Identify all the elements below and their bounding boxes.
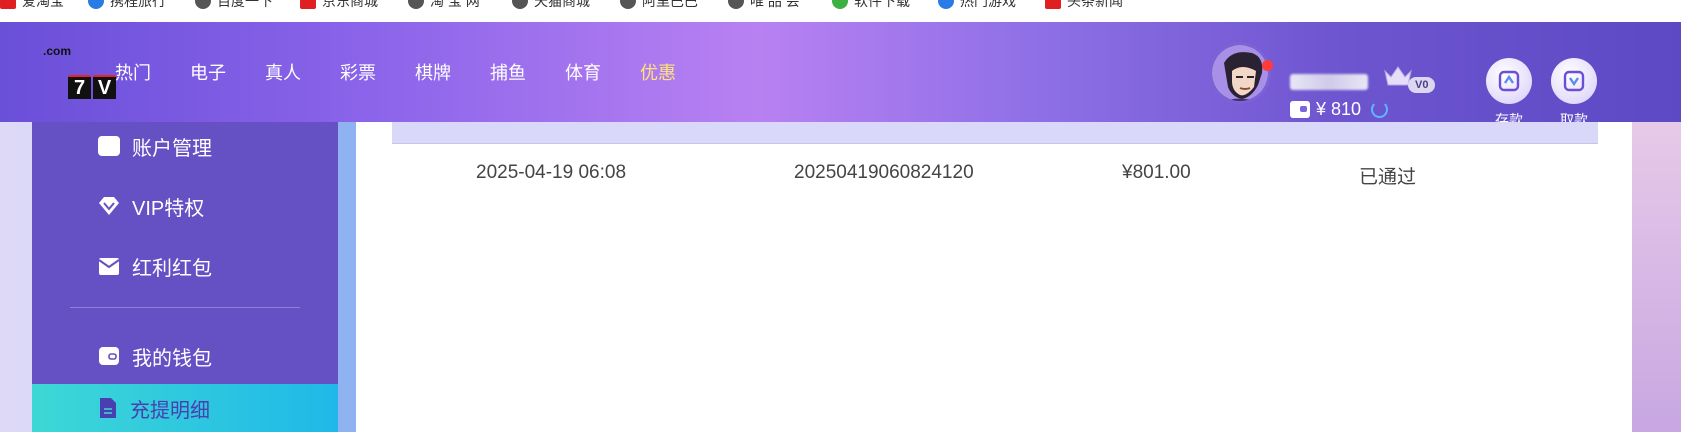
- page-right-edge: [1632, 122, 1681, 432]
- sidebar-item-wallet[interactable]: 我的钱包: [32, 332, 338, 380]
- avatar[interactable]: [1209, 42, 1271, 104]
- nav-slots[interactable]: 电子: [190, 59, 226, 85]
- logo-char: V: [93, 77, 116, 99]
- card-icon: [98, 136, 120, 156]
- globe-icon: [728, 0, 744, 9]
- site-logo[interactable]: 申 博 7 V .com: [32, 43, 116, 103]
- sidebar-item-label: 账户管理: [132, 137, 212, 160]
- deposit-icon: [1498, 70, 1520, 92]
- bookmarks-bar: 爱淘宝 携程旅行 百度一下 京东商城 淘 宝 网 天猫商城 阿里巴巴 唯 品 会…: [0, 0, 1681, 22]
- globe-icon: [408, 0, 424, 9]
- sidebar-item-account[interactable]: 账户管理: [32, 122, 338, 170]
- balance-amount: ¥ 810: [1316, 99, 1362, 119]
- sidebar-item-label: VIP特权: [132, 197, 205, 220]
- globe-icon: [195, 0, 211, 9]
- sidebar-item-vip[interactable]: VIP特权: [32, 182, 338, 230]
- sidebar-item-label: 红利红包: [132, 257, 212, 280]
- nav-promotions[interactable]: 优惠: [640, 59, 676, 85]
- ctrip-icon: [88, 0, 104, 9]
- bookmark-item[interactable]: 头条新闻: [1045, 0, 1123, 11]
- logo-char: 7: [68, 77, 91, 99]
- bookmark-item[interactable]: 携程旅行: [88, 0, 166, 11]
- cell-status: 已通过: [1359, 167, 1417, 188]
- notification-dot: [1262, 60, 1273, 71]
- diamond-icon: [99, 197, 119, 215]
- wallet-icon: [99, 347, 119, 365]
- transaction-records: 2025-04-19 06:08 20250419060824120 ¥801.…: [356, 122, 1632, 432]
- bookmark-item[interactable]: 爱淘宝: [0, 0, 64, 11]
- withdraw-button[interactable]: [1551, 58, 1597, 104]
- nav-fishing[interactable]: 捕鱼: [490, 59, 526, 85]
- cell-time: 2025-04-19 06:08: [476, 162, 627, 183]
- document-icon: [100, 398, 116, 418]
- account-sidebar: 账户管理 VIP特权 红利红包 我的钱包 充提明细: [32, 122, 338, 432]
- sidebar-divider: [70, 307, 300, 308]
- cell-amount: ¥801.00: [1122, 162, 1191, 183]
- globe-icon: [512, 0, 528, 9]
- jd-icon: [300, 0, 316, 9]
- vip-level-badge: V0: [1408, 77, 1436, 93]
- table-header: [392, 122, 1598, 144]
- envelope-icon: [98, 258, 120, 275]
- download-icon: [832, 0, 848, 9]
- main-nav: 热门 电子 真人 彩票 棋牌 捕鱼 体育 优惠: [115, 22, 676, 122]
- top-header: 申 博 7 V .com 热门 电子 真人 彩票 棋牌 捕鱼 体育 优惠: [0, 22, 1681, 128]
- game-icon: [938, 0, 954, 9]
- bookmark-item[interactable]: 阿里巴巴: [620, 0, 698, 11]
- news-icon: [1045, 0, 1061, 9]
- wallet-icon: [1290, 101, 1310, 118]
- bookmark-item[interactable]: 京东商城: [300, 0, 378, 11]
- sidebar-item-label: 我的钱包: [132, 347, 212, 370]
- bookmark-item[interactable]: 天猫商城: [512, 0, 590, 11]
- sidebar-item-transactions[interactable]: 充提明细: [32, 384, 338, 432]
- balance: ¥ 810: [1290, 99, 1389, 120]
- bookmark-item[interactable]: 软件下载: [832, 0, 910, 11]
- bookmark-item[interactable]: 百度一下: [195, 0, 273, 11]
- refresh-icon[interactable]: [1371, 101, 1389, 118]
- sidebar-edge: [338, 122, 356, 432]
- sidebar-item-bonus[interactable]: 红利红包: [32, 242, 338, 290]
- withdraw-icon: [1563, 70, 1585, 92]
- sidebar-item-label: 充提明细: [130, 399, 210, 422]
- nav-hot[interactable]: 热门: [115, 59, 151, 85]
- taobao-icon: [0, 0, 16, 9]
- nav-lottery[interactable]: 彩票: [340, 59, 376, 85]
- bookmark-item[interactable]: 淘 宝 网: [408, 0, 480, 11]
- globe-icon: [620, 0, 636, 9]
- deposit-button[interactable]: [1486, 58, 1532, 104]
- logo-domain: .com: [42, 44, 71, 58]
- nav-sports[interactable]: 体育: [565, 59, 601, 85]
- nav-cards[interactable]: 棋牌: [415, 59, 451, 85]
- username-blurred: [1290, 74, 1368, 90]
- nav-live[interactable]: 真人: [265, 59, 301, 85]
- bookmark-item[interactable]: 热门游戏: [938, 0, 1016, 11]
- cell-order-no: 20250419060824120: [794, 162, 974, 183]
- bookmark-item[interactable]: 唯 品 会: [728, 0, 800, 11]
- table-row: 2025-04-19 06:08 20250419060824120 ¥801.…: [392, 154, 1598, 194]
